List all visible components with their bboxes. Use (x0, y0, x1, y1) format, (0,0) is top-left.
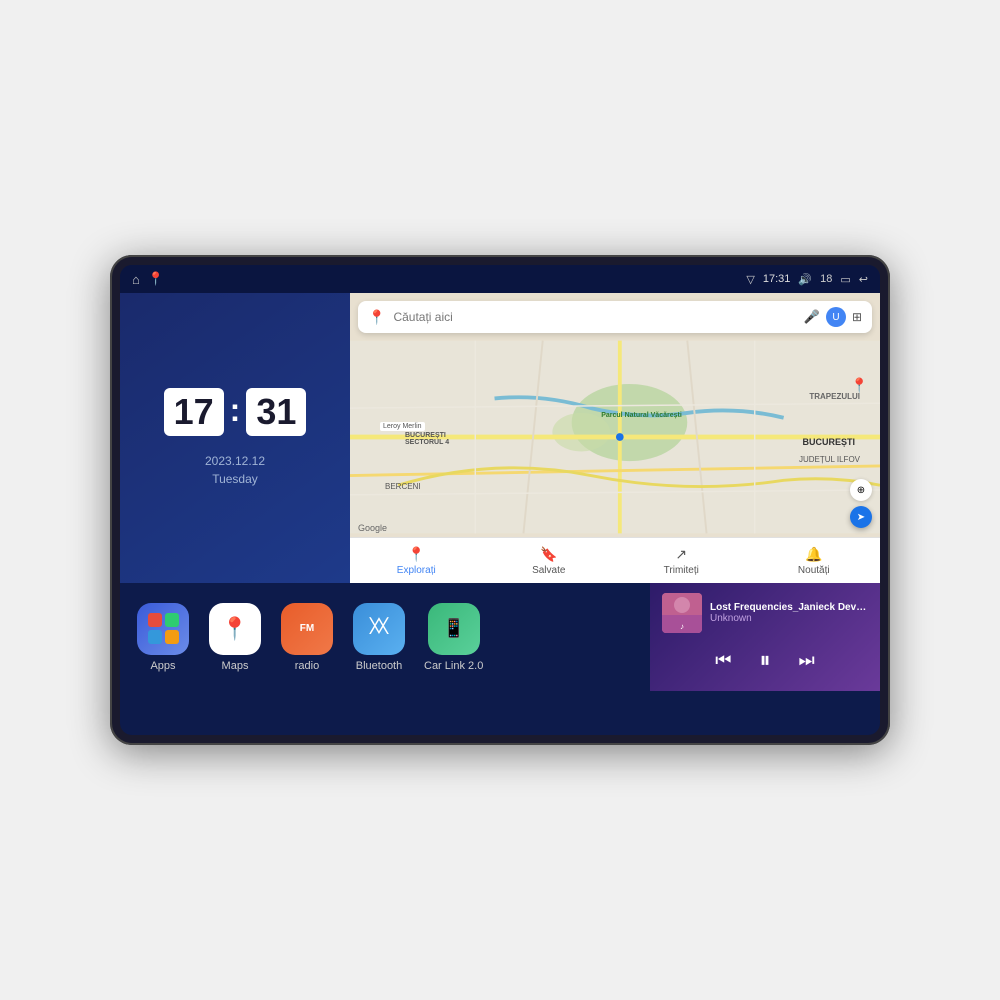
music-next-button[interactable]: ⏭ (795, 646, 819, 675)
bottom-section: Apps 📍 Maps FM radio (120, 583, 880, 691)
music-play-button[interactable]: ⏸ (755, 643, 774, 677)
clock-hours-block: 17 (164, 388, 224, 436)
app-item-carlink[interactable]: 📱 Car Link 2.0 (424, 603, 483, 672)
map-bottom-nav: 📍 Explorați 🔖 Salvate ↗ Trimiteți 🔔 (350, 537, 880, 583)
volume-level: 18 (820, 273, 832, 285)
map-red-pin: 📍 (851, 377, 868, 394)
map-search-placeholder[interactable]: Căutați aici (393, 310, 795, 324)
map-nav-explore-label: Explorați (397, 565, 436, 576)
map-nav-news-icon: 🔔 (805, 546, 822, 563)
app-item-maps[interactable]: 📍 Maps (208, 603, 262, 672)
map-canvas: TRAPEZULUI BUCUREȘTI JUDEȚUL ILFOV BERCE… (350, 337, 880, 537)
back-icon[interactable]: ↩ (859, 273, 868, 286)
map-nav-explore[interactable]: 📍 Explorați (350, 546, 483, 576)
map-user-avatar[interactable]: U (826, 307, 846, 327)
map-nav-news[interactable]: 🔔 Noutăți (748, 546, 881, 576)
map-panel[interactable]: 📍 Căutați aici 🎤 U ⊞ (350, 293, 880, 583)
apps-dot-4 (165, 630, 179, 644)
map-nav-saved-label: Salvate (532, 565, 565, 576)
clock-date: 2023.12.12 Tuesday (205, 452, 265, 488)
maps-pin-icon: 📍 (221, 616, 248, 642)
map-layer-icon[interactable]: ⊞ (852, 310, 862, 324)
app-item-radio[interactable]: FM radio (280, 603, 334, 672)
clock-minutes-block: 31 (246, 388, 306, 436)
battery-icon: ▭ (840, 273, 850, 286)
apps-icon (137, 603, 189, 655)
apps-icon-grid (142, 607, 185, 650)
maps-nav-icon[interactable]: 📍 (148, 271, 164, 287)
radio-label: radio (295, 660, 319, 672)
map-mic-icon[interactable]: 🎤 (804, 309, 820, 325)
volume-icon: 🔊 (798, 273, 812, 286)
car-head-unit: ⌂ 📍 ▽ 17:31 🔊 18 ▭ ↩ 17 (110, 255, 890, 745)
music-panel: ♪ Lost Frequencies_Janieck Devy-... Unkn… (650, 583, 880, 691)
carlink-inner-icon: 📱 (442, 618, 464, 639)
map-label-parcul: Parcul Natural Văcărești (601, 412, 682, 419)
clock-colon: : (230, 392, 241, 429)
clock-minutes: 31 (256, 394, 296, 430)
album-art-svg: ♪ (662, 593, 702, 633)
apps-dot-3 (148, 630, 162, 644)
radio-fm-icon: FM (300, 624, 314, 634)
clock-date-line2: Tuesday (205, 470, 265, 488)
bluetooth-label: Bluetooth (356, 660, 402, 672)
radio-app-icon: FM (281, 603, 333, 655)
signal-icon: ▽ (746, 273, 754, 286)
app-item-apps[interactable]: Apps (136, 603, 190, 672)
main-area: 17 : 31 2023.12.12 Tuesday (120, 293, 880, 735)
apps-dot-2 (165, 613, 179, 627)
apps-dot-1 (148, 613, 162, 627)
map-nav-share[interactable]: ↗ Trimiteți (615, 546, 748, 576)
svg-text:♪: ♪ (680, 622, 684, 631)
maps-label: Maps (222, 660, 249, 672)
app-grid: Apps 📍 Maps FM radio (120, 583, 650, 691)
status-right-icons: ▽ 17:31 🔊 18 ▭ ↩ (746, 273, 868, 286)
map-label-berceni: BERCENI (385, 482, 421, 491)
bluetooth-app-icon: ⯵ (353, 603, 405, 655)
music-title: Lost Frequencies_Janieck Devy-... (710, 602, 868, 613)
map-nav-share-icon: ↗ (675, 546, 687, 563)
map-label-bucuresti: BUCUREȘTI (802, 437, 855, 447)
clock-hours: 17 (174, 394, 214, 430)
music-artist: Unknown (710, 613, 868, 624)
map-nav-saved[interactable]: 🔖 Salvate (483, 546, 616, 576)
carlink-label: Car Link 2.0 (424, 660, 483, 672)
map-label-sector4: BUCUREȘTISECTORUL 4 (405, 432, 449, 446)
map-search-right: 🎤 U ⊞ (804, 307, 862, 327)
maps-app-icon: 📍 (209, 603, 261, 655)
app-item-bluetooth[interactable]: ⯵ Bluetooth (352, 603, 406, 672)
maps-logo-icon: 📍 (368, 309, 385, 326)
map-compass-btn[interactable]: ⊕ (850, 479, 872, 501)
carlink-app-icon: 📱 (428, 603, 480, 655)
map-nav-explore-icon: 📍 (408, 546, 425, 563)
clock-display: 17 : 31 (164, 388, 307, 436)
map-navigate-btn[interactable]: ➤ (850, 506, 872, 528)
home-icon[interactable]: ⌂ (132, 272, 140, 287)
apps-label: Apps (150, 660, 175, 672)
map-label-leroy: Leroy Merlin (380, 422, 425, 431)
music-album-art: ♪ (662, 593, 702, 633)
map-search-bar[interactable]: 📍 Căutați aici 🎤 U ⊞ (358, 301, 872, 333)
google-logo: Google (358, 523, 387, 533)
map-nav-saved-icon: 🔖 (540, 546, 557, 563)
status-bar: ⌂ 📍 ▽ 17:31 🔊 18 ▭ ↩ (120, 265, 880, 293)
status-left-icons: ⌂ 📍 (132, 271, 164, 287)
clock-panel: 17 : 31 2023.12.12 Tuesday (120, 293, 350, 583)
music-info: Lost Frequencies_Janieck Devy-... Unknow… (710, 602, 868, 624)
music-controls: ⏮ ⏸ ⏭ (662, 643, 868, 677)
map-label-ilfov: JUDEȚUL ILFOV (799, 455, 860, 464)
music-prev-button[interactable]: ⏮ (711, 646, 735, 675)
music-top: ♪ Lost Frequencies_Janieck Devy-... Unkn… (662, 593, 868, 633)
map-nav-news-label: Noutăți (798, 565, 830, 576)
top-section: 17 : 31 2023.12.12 Tuesday (120, 293, 880, 583)
clock-date-line1: 2023.12.12 (205, 452, 265, 470)
screen: ⌂ 📍 ▽ 17:31 🔊 18 ▭ ↩ 17 (120, 265, 880, 735)
map-nav-share-label: Trimiteți (664, 565, 699, 576)
bluetooth-symbol-icon: ⯵ (368, 612, 390, 646)
status-time: 17:31 (763, 273, 791, 285)
